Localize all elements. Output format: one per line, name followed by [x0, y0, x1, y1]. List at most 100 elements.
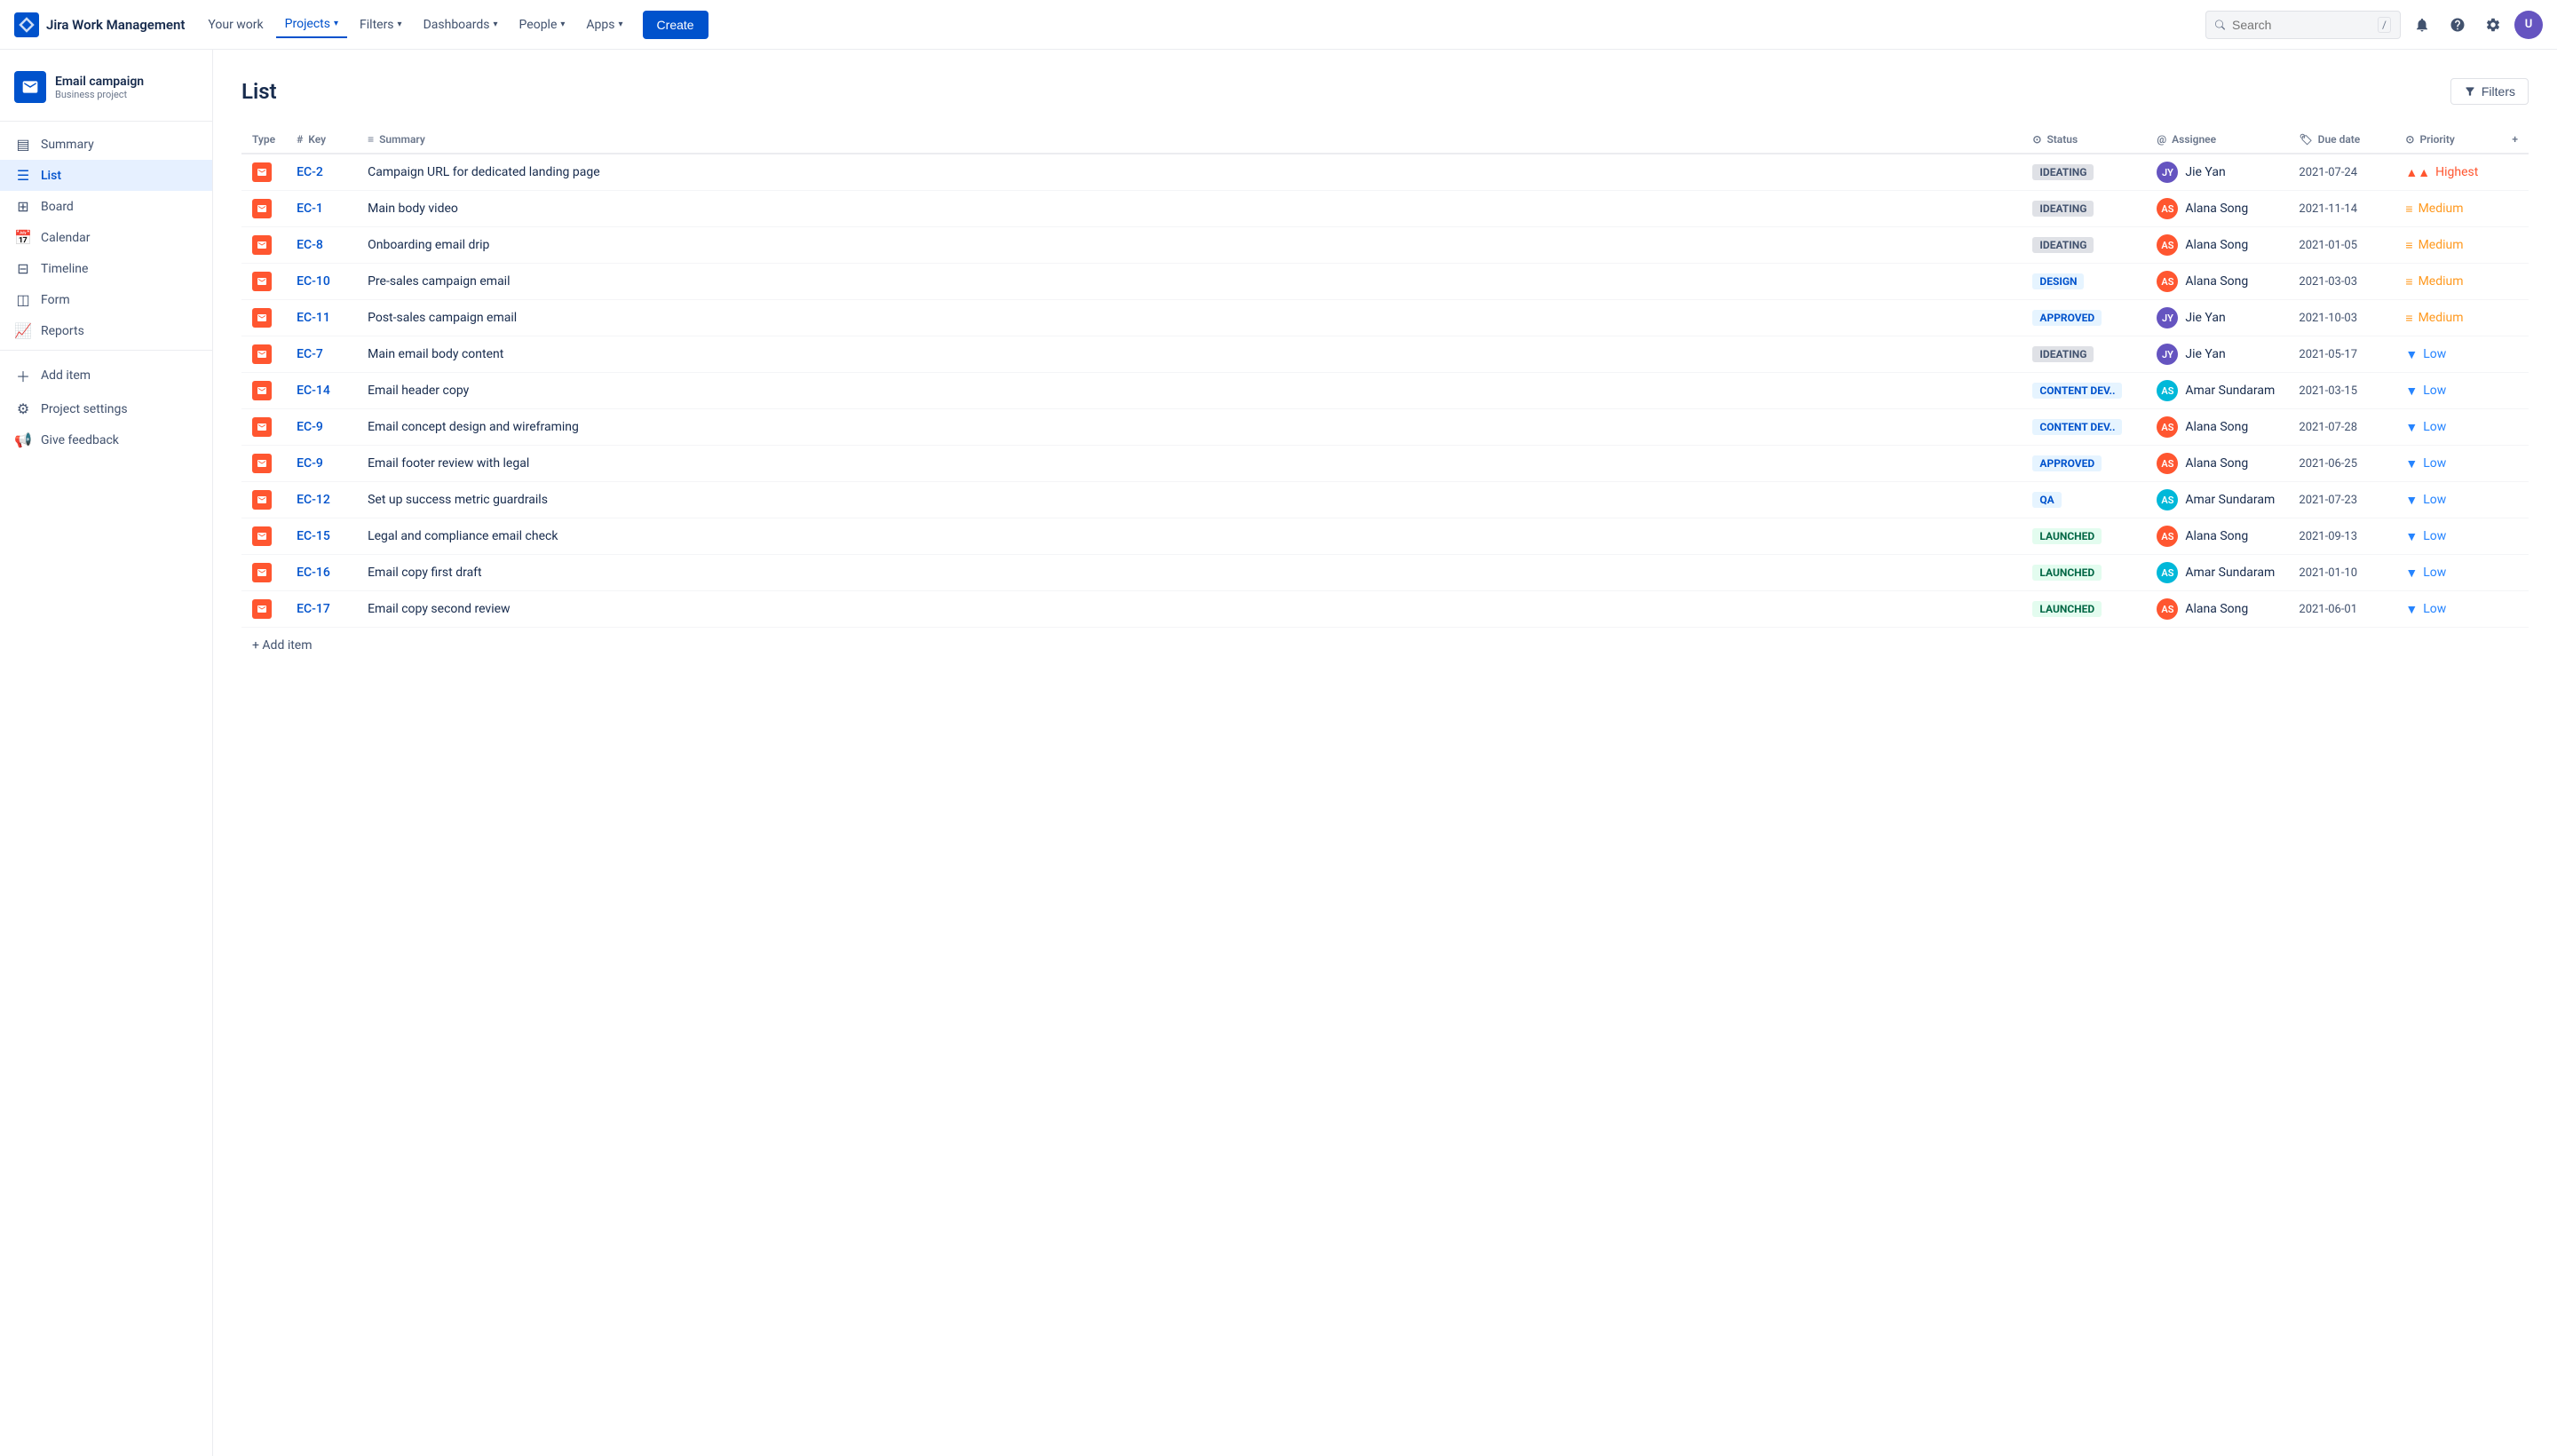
assignee-name: Alana Song: [2185, 420, 2248, 434]
user-avatar[interactable]: U: [2514, 11, 2543, 39]
issue-key[interactable]: EC-1: [297, 202, 323, 216]
cell-status[interactable]: QA: [2022, 482, 2146, 518]
table-row[interactable]: EC-17 Email copy second review LAUNCHED …: [241, 591, 2529, 628]
issue-key[interactable]: EC-14: [297, 384, 330, 398]
status-badge[interactable]: IDEATING: [2032, 201, 2094, 217]
cell-key[interactable]: EC-15: [286, 518, 357, 555]
cell-key[interactable]: EC-9: [286, 409, 357, 446]
issue-key[interactable]: EC-10: [297, 274, 330, 289]
status-badge[interactable]: LAUNCHED: [2032, 565, 2102, 581]
status-badge[interactable]: CONTENT DEV..: [2032, 419, 2122, 435]
table-row[interactable]: EC-2 Campaign URL for dedicated landing …: [241, 154, 2529, 191]
create-button[interactable]: Create: [643, 11, 709, 39]
nav-your-work[interactable]: Your work: [199, 12, 272, 37]
sidebar-item-summary[interactable]: ▤ Summary: [0, 129, 212, 160]
sidebar-item-timeline[interactable]: ⊟ Timeline: [0, 253, 212, 284]
status-badge[interactable]: IDEATING: [2032, 346, 2094, 362]
table-row[interactable]: EC-7 Main email body content IDEATING JY…: [241, 336, 2529, 373]
cell-status[interactable]: DESIGN: [2022, 264, 2146, 300]
table-row[interactable]: EC-8 Onboarding email drip IDEATING AS A…: [241, 227, 2529, 264]
table-row[interactable]: EC-1 Main body video IDEATING AS Alana S…: [241, 191, 2529, 227]
cell-status[interactable]: IDEATING: [2022, 154, 2146, 191]
cell-key[interactable]: EC-7: [286, 336, 357, 373]
assignee-avatar: JY: [2157, 344, 2178, 365]
cell-key[interactable]: EC-12: [286, 482, 357, 518]
search-input[interactable]: [2232, 18, 2371, 32]
cell-key[interactable]: EC-16: [286, 555, 357, 591]
cell-key[interactable]: EC-14: [286, 373, 357, 409]
issue-key[interactable]: EC-11: [297, 311, 330, 325]
issue-key[interactable]: EC-9: [297, 420, 323, 434]
cell-status[interactable]: IDEATING: [2022, 336, 2146, 373]
sidebar-item-form[interactable]: ◫ Form: [0, 284, 212, 315]
cell-key[interactable]: EC-1: [286, 191, 357, 227]
status-badge[interactable]: QA: [2032, 492, 2061, 508]
status-badge[interactable]: APPROVED: [2032, 310, 2102, 326]
table-row[interactable]: EC-9 Email footer review with legal APPR…: [241, 446, 2529, 482]
task-type-icon: [252, 381, 272, 400]
cell-status[interactable]: APPROVED: [2022, 446, 2146, 482]
cell-key[interactable]: EC-10: [286, 264, 357, 300]
status-badge[interactable]: DESIGN: [2032, 273, 2084, 289]
sidebar-divider-2: [0, 350, 212, 351]
nav-people[interactable]: People ▾: [511, 12, 574, 37]
nav-apps[interactable]: Apps ▾: [577, 12, 631, 37]
sidebar-item-board[interactable]: ⊞ Board: [0, 191, 212, 222]
sidebar-item-give-feedback[interactable]: 📢 Give feedback: [0, 424, 212, 455]
cell-key[interactable]: EC-9: [286, 446, 357, 482]
settings-button[interactable]: [2479, 11, 2507, 39]
cell-key[interactable]: EC-2: [286, 154, 357, 191]
help-button[interactable]: [2443, 11, 2472, 39]
issue-key[interactable]: EC-12: [297, 493, 330, 507]
table-row[interactable]: EC-10 Pre-sales campaign email DESIGN AS…: [241, 264, 2529, 300]
status-badge[interactable]: APPROVED: [2032, 455, 2102, 471]
cell-status[interactable]: LAUNCHED: [2022, 518, 2146, 555]
sidebar-item-reports[interactable]: 📈 Reports: [0, 315, 212, 346]
status-badge[interactable]: LAUNCHED: [2032, 528, 2102, 544]
sidebar-item-add-item[interactable]: ＋ Add item: [0, 358, 212, 393]
task-type-icon: [252, 162, 272, 182]
status-badge[interactable]: IDEATING: [2032, 164, 2094, 180]
issue-key[interactable]: EC-8: [297, 238, 323, 252]
app-logo[interactable]: Jira Work Management: [14, 12, 185, 37]
col-add[interactable]: +: [2501, 126, 2529, 154]
status-badge[interactable]: IDEATING: [2032, 237, 2094, 253]
table-row[interactable]: EC-14 Email header copy CONTENT DEV.. AS…: [241, 373, 2529, 409]
table-row[interactable]: EC-15 Legal and compliance email check L…: [241, 518, 2529, 555]
table-row[interactable]: EC-16 Email copy first draft LAUNCHED AS…: [241, 555, 2529, 591]
issue-key[interactable]: EC-15: [297, 529, 330, 543]
nav-dashboards[interactable]: Dashboards ▾: [415, 12, 507, 37]
search-box[interactable]: /: [2205, 11, 2401, 39]
cell-status[interactable]: IDEATING: [2022, 227, 2146, 264]
cell-key[interactable]: EC-11: [286, 300, 357, 336]
sidebar-item-list[interactable]: ☰ List: [0, 160, 212, 191]
cell-status[interactable]: IDEATING: [2022, 191, 2146, 227]
cell-key[interactable]: EC-17: [286, 591, 357, 628]
table-row[interactable]: EC-12 Set up success metric guardrails Q…: [241, 482, 2529, 518]
notifications-button[interactable]: [2408, 11, 2436, 39]
summary-col-icon: ≡: [368, 133, 374, 146]
cell-status[interactable]: LAUNCHED: [2022, 591, 2146, 628]
add-item-row[interactable]: + Add item: [241, 628, 2529, 663]
cell-status[interactable]: CONTENT DEV..: [2022, 409, 2146, 446]
cell-status[interactable]: CONTENT DEV..: [2022, 373, 2146, 409]
filter-button[interactable]: Filters: [2450, 78, 2529, 105]
cell-key[interactable]: EC-8: [286, 227, 357, 264]
issue-key[interactable]: EC-17: [297, 602, 330, 616]
issue-key[interactable]: EC-16: [297, 566, 330, 580]
sidebar-item-project-settings[interactable]: ⚙ Project settings: [0, 393, 212, 424]
issue-key[interactable]: EC-7: [297, 347, 323, 361]
priority-icon: ≡: [2405, 274, 2412, 289]
issue-key[interactable]: EC-2: [297, 165, 323, 179]
cell-status[interactable]: APPROVED: [2022, 300, 2146, 336]
assignee-name: Jie Yan: [2185, 311, 2225, 325]
sidebar-item-calendar[interactable]: 📅 Calendar: [0, 222, 212, 253]
table-row[interactable]: EC-11 Post-sales campaign email APPROVED…: [241, 300, 2529, 336]
nav-filters[interactable]: Filters ▾: [351, 12, 411, 37]
issue-key[interactable]: EC-9: [297, 456, 323, 471]
status-badge[interactable]: LAUNCHED: [2032, 601, 2102, 617]
status-badge[interactable]: CONTENT DEV..: [2032, 383, 2122, 399]
table-row[interactable]: EC-9 Email concept design and wireframin…: [241, 409, 2529, 446]
cell-status[interactable]: LAUNCHED: [2022, 555, 2146, 591]
nav-projects[interactable]: Projects ▾: [276, 12, 347, 38]
